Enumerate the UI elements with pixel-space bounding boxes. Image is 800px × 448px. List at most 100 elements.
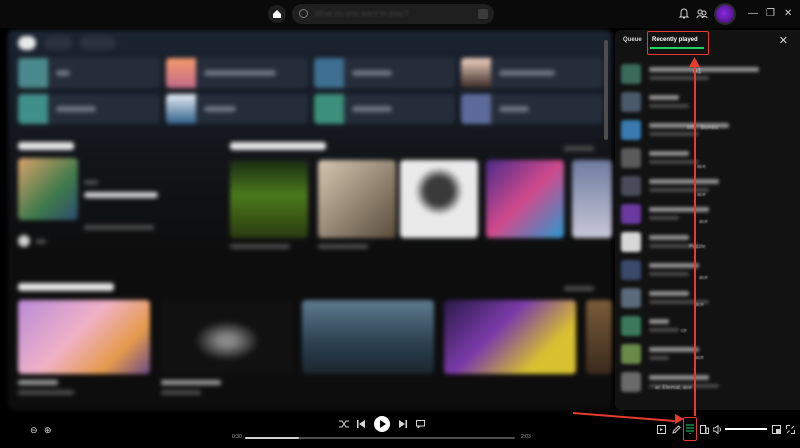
list-item-text: ace bbox=[699, 275, 708, 281]
avatar[interactable] bbox=[714, 3, 736, 25]
home-button[interactable] bbox=[268, 5, 286, 23]
show-all-link[interactable] bbox=[564, 286, 594, 291]
shortcut-tile[interactable] bbox=[461, 58, 603, 88]
shortcut-tile[interactable] bbox=[165, 94, 308, 124]
video-card[interactable] bbox=[444, 300, 576, 374]
top-bar: What do you want to play? — ❐ ✕ bbox=[0, 0, 800, 28]
video-card[interactable] bbox=[572, 160, 612, 238]
shortcut-tile[interactable] bbox=[18, 58, 160, 88]
previous-icon[interactable] bbox=[357, 420, 365, 428]
video-card[interactable] bbox=[400, 160, 478, 238]
bell-icon[interactable] bbox=[678, 8, 690, 20]
section-title bbox=[18, 283, 114, 291]
filter-chips bbox=[18, 36, 116, 50]
list-item[interactable] bbox=[621, 284, 793, 312]
recently-played-list bbox=[621, 60, 793, 396]
main-content bbox=[8, 30, 612, 410]
card-meta bbox=[18, 380, 58, 385]
shortcut-tile[interactable] bbox=[461, 94, 603, 124]
filter-chip-all[interactable] bbox=[18, 36, 36, 50]
show-all-link[interactable] bbox=[564, 146, 594, 151]
fullscreen-icon[interactable] bbox=[786, 425, 795, 434]
home-icon bbox=[273, 10, 281, 18]
main-scrollbar[interactable] bbox=[604, 40, 608, 140]
list-item-text: ace bbox=[697, 164, 706, 170]
list-item-text: Bombs bbox=[701, 125, 719, 131]
shuffle-icon[interactable] bbox=[339, 420, 349, 428]
close-icon[interactable]: ✕ bbox=[779, 34, 788, 47]
shortcut-tile[interactable] bbox=[313, 58, 456, 88]
right-panel: Queue Recently played ✕ A1 MB Bombs ace … bbox=[615, 30, 800, 410]
friend-activity-icon[interactable] bbox=[696, 8, 708, 20]
minus-circle-icon[interactable]: ⊖ bbox=[30, 425, 38, 436]
video-card[interactable] bbox=[161, 300, 293, 374]
connect-device-icon[interactable] bbox=[700, 425, 709, 434]
volume-icon[interactable] bbox=[713, 425, 722, 434]
now-playing-view-icon[interactable] bbox=[657, 425, 666, 434]
annotation-arrowhead bbox=[689, 57, 700, 67]
card-meta bbox=[230, 244, 290, 249]
list-item-text: ce bbox=[681, 328, 687, 334]
video-card[interactable] bbox=[18, 300, 150, 374]
filter-chip-music[interactable] bbox=[44, 36, 72, 50]
list-item[interactable] bbox=[621, 228, 793, 256]
miniplayer-icon[interactable] bbox=[772, 425, 781, 434]
annotation-arrowhead bbox=[675, 414, 684, 424]
card-meta bbox=[84, 180, 98, 185]
section-title bbox=[230, 142, 326, 150]
search-placeholder: What do you want to play? bbox=[314, 9, 409, 18]
video-card[interactable] bbox=[486, 160, 564, 238]
list-item-text: Puzzle bbox=[689, 244, 706, 250]
shortcut-tile[interactable] bbox=[18, 94, 160, 124]
list-item[interactable] bbox=[621, 368, 793, 396]
lyrics-icon[interactable] bbox=[416, 420, 425, 428]
plus-circle-icon[interactable]: ⊕ bbox=[44, 425, 52, 436]
shortcut-tile[interactable] bbox=[313, 94, 456, 124]
card-title bbox=[84, 192, 158, 198]
list-item[interactable] bbox=[621, 340, 793, 368]
progress-fill bbox=[245, 437, 299, 439]
tab-queue[interactable]: Queue bbox=[623, 37, 642, 43]
list-item-text: ace bbox=[699, 219, 708, 225]
list-item-text: ace bbox=[695, 302, 704, 308]
filter-chip-podcasts[interactable] bbox=[80, 36, 116, 50]
search-input[interactable]: What do you want to play? bbox=[292, 4, 494, 24]
list-item[interactable] bbox=[621, 60, 793, 88]
list-item[interactable] bbox=[621, 312, 793, 340]
play-icon bbox=[380, 420, 386, 428]
browse-icon[interactable] bbox=[478, 9, 488, 19]
list-item-text: ace bbox=[695, 355, 704, 361]
list-item-text: ac Eternal, ace bbox=[655, 385, 692, 391]
play-circle-icon[interactable] bbox=[18, 235, 30, 247]
video-card[interactable] bbox=[230, 160, 308, 238]
list-item[interactable] bbox=[621, 88, 793, 116]
list-item-text: ace bbox=[697, 192, 706, 198]
play-button[interactable] bbox=[374, 416, 390, 432]
pencil-icon[interactable] bbox=[672, 425, 681, 434]
video-card[interactable] bbox=[318, 160, 396, 238]
window-close-icon[interactable]: ✕ bbox=[784, 8, 792, 19]
card-meta bbox=[36, 239, 46, 244]
shortcut-tile[interactable] bbox=[165, 58, 308, 88]
time-total: 2:03 bbox=[521, 434, 531, 440]
list-item[interactable] bbox=[621, 172, 793, 200]
video-card[interactable] bbox=[586, 300, 612, 374]
progress-bar[interactable] bbox=[245, 437, 515, 439]
list-item[interactable] bbox=[621, 144, 793, 172]
section-title bbox=[18, 142, 74, 150]
album-card[interactable] bbox=[18, 158, 78, 220]
shortcut-grid bbox=[18, 58, 603, 124]
time-elapsed: 0:30 bbox=[232, 434, 242, 440]
card-meta bbox=[161, 390, 201, 395]
volume-slider[interactable] bbox=[725, 428, 767, 430]
card-meta bbox=[318, 244, 368, 249]
search-icon bbox=[299, 9, 308, 18]
card-meta bbox=[161, 380, 221, 385]
next-icon[interactable] bbox=[399, 420, 407, 428]
volume-fill bbox=[725, 428, 767, 430]
video-card[interactable] bbox=[302, 300, 434, 374]
restore-icon[interactable]: ❐ bbox=[766, 8, 775, 19]
queue-icon[interactable] bbox=[686, 424, 694, 434]
minimize-icon[interactable]: — bbox=[748, 8, 758, 19]
recently-played-highlight bbox=[647, 31, 709, 55]
